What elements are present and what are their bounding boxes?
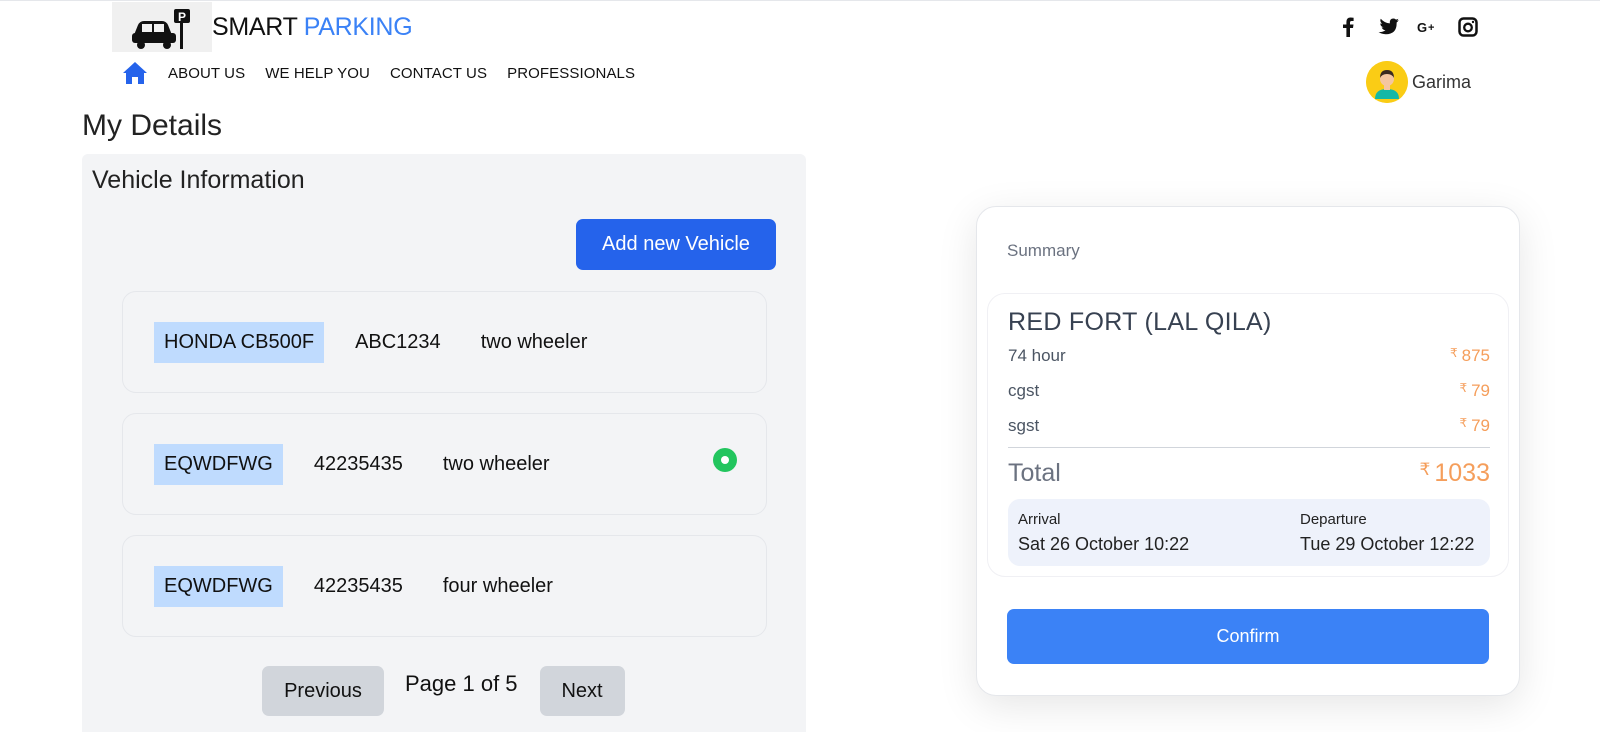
social-links: G +: [1336, 15, 1496, 39]
price-amount: 875: [1461, 346, 1490, 365]
price-line: cgst ₹79: [1008, 381, 1490, 401]
vehicle-card[interactable]: EQWDFWG 42235435 two wheeler: [122, 413, 767, 515]
facebook-icon[interactable]: [1336, 15, 1360, 39]
page-title: My Details: [82, 109, 223, 142]
parking-location: RED FORT (LAL QILA): [1008, 308, 1272, 336]
car-parking-logo-icon: P: [132, 9, 190, 49]
vehicle-model: EQWDFWG: [154, 565, 283, 607]
arrival-departure-box: Arrival Sat 26 October 10:22 Departure T…: [1008, 499, 1490, 566]
instagram-icon[interactable]: [1456, 15, 1480, 39]
brand-name[interactable]: SMART PARKING: [212, 13, 413, 42]
svg-text:+: +: [1428, 22, 1434, 34]
divider: [1008, 447, 1490, 448]
page-indicator: Page 1 of 5: [405, 671, 518, 696]
add-vehicle-button[interactable]: Add new Vehicle: [576, 219, 776, 270]
brand-part-2: PARKING: [303, 13, 413, 41]
price-line-value: ₹79: [1459, 416, 1490, 436]
vehicle-plate: 42235435: [313, 452, 403, 475]
selected-radio-icon[interactable]: [713, 448, 737, 472]
vehicle-type: two wheeler: [480, 330, 588, 353]
departure: Departure Tue 29 October 12:22: [1300, 511, 1474, 555]
vehicle-information-panel: Vehicle Information Add new Vehicle HOND…: [82, 154, 806, 732]
logo[interactable]: P: [112, 2, 212, 52]
pagination: Previous Page 1 of 5 Next: [262, 666, 625, 716]
vehicle-card[interactable]: HONDA CB500F ABC1234 two wheeler: [122, 291, 767, 393]
vehicle-type: four wheeler: [442, 574, 553, 597]
booking-summary-card: Summary RED FORT (LAL QILA) 74 hour ₹875…: [976, 206, 1520, 696]
total-label: Total: [1008, 459, 1061, 487]
rupee-icon: ₹: [1449, 346, 1458, 360]
home-icon[interactable]: [122, 61, 148, 85]
total-value: ₹1033: [1420, 459, 1490, 488]
nav-professionals[interactable]: PROFESSIONALS: [507, 65, 635, 82]
price-line-label: cgst: [1008, 381, 1040, 400]
confirm-button[interactable]: Confirm: [1007, 609, 1489, 664]
vehicle-model: HONDA CB500F: [154, 321, 325, 363]
rupee-icon: ₹: [1419, 460, 1431, 479]
svg-text:G: G: [1417, 20, 1427, 34]
svg-text:P: P: [178, 10, 186, 24]
vehicle-plate: ABC1234: [355, 330, 441, 353]
arrival-label: Arrival: [1018, 511, 1061, 528]
vehicle-type: two wheeler: [442, 452, 550, 475]
arrival: Arrival Sat 26 October 10:22: [1018, 511, 1189, 555]
price-line-value: ₹79: [1459, 381, 1490, 401]
user-menu[interactable]: Garima: [1366, 61, 1471, 103]
twitter-icon[interactable]: [1376, 15, 1400, 39]
departure-label: Departure: [1300, 511, 1367, 528]
price-line-label: sgst: [1008, 416, 1040, 435]
arrival-value: Sat 26 October 10:22: [1018, 534, 1190, 554]
panel-title: Vehicle Information: [92, 166, 305, 194]
total-row: Total ₹1033: [1008, 459, 1490, 488]
nav-about-us[interactable]: ABOUT US: [168, 65, 245, 82]
price-amount: 79: [1471, 381, 1490, 400]
total-amount: 1033: [1434, 459, 1490, 487]
user-name: Garima: [1412, 71, 1472, 92]
avatar: [1366, 61, 1408, 103]
nav-contact-us[interactable]: CONTACT US: [390, 65, 487, 82]
price-amount: 79: [1471, 416, 1490, 435]
vehicle-plate: 42235435: [313, 574, 403, 597]
price-line: sgst ₹79: [1008, 416, 1490, 436]
price-line-value: ₹875: [1450, 346, 1490, 366]
summary-details: RED FORT (LAL QILA) 74 hour ₹875 cgst ₹7…: [987, 293, 1509, 577]
rupee-icon: ₹: [1459, 381, 1468, 395]
price-line-label: 74 hour: [1008, 346, 1066, 365]
rupee-icon: ₹: [1459, 416, 1468, 430]
brand-part-1: SMART: [212, 13, 298, 41]
vehicle-model: EQWDFWG: [154, 443, 283, 485]
main-nav: ABOUT US WE HELP YOU CONTACT US PROFESSI…: [122, 61, 655, 85]
price-line: 74 hour ₹875: [1008, 346, 1490, 366]
previous-page-button[interactable]: Previous: [262, 666, 384, 716]
summary-label: Summary: [1007, 241, 1080, 260]
google-plus-icon[interactable]: G +: [1416, 15, 1440, 39]
nav-we-help-you[interactable]: WE HELP YOU: [265, 65, 370, 82]
departure-value: Tue 29 October 12:22: [1300, 534, 1475, 554]
vehicle-card[interactable]: EQWDFWG 42235435 four wheeler: [122, 535, 767, 637]
next-page-button[interactable]: Next: [539, 666, 625, 716]
